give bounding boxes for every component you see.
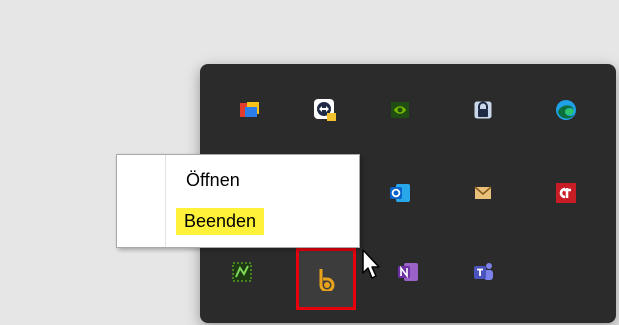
mail-icon[interactable] [466, 176, 500, 210]
menu-item-exit[interactable]: Beenden [166, 206, 355, 236]
menu-item-exit-label: Beenden [176, 207, 265, 235]
yellow-b-app-icon[interactable] [296, 248, 356, 310]
menu-item-open-label: Öffnen [186, 169, 240, 190]
menu-icon-gutter [117, 155, 166, 247]
greenshot-icon[interactable] [225, 255, 259, 289]
keepass-lock-icon[interactable] [466, 93, 500, 127]
tray-context-menu: Öffnen Beenden [116, 154, 360, 248]
ct-icon[interactable] [549, 176, 583, 210]
menu-item-open[interactable]: Öffnen [166, 165, 355, 195]
edge-icon[interactable] [549, 93, 583, 127]
nvidia-icon[interactable] [383, 93, 417, 127]
outlook-icon[interactable] [383, 176, 417, 210]
colorful-app-icon[interactable] [233, 93, 267, 127]
onenote-icon[interactable] [391, 255, 425, 289]
teamviewer-icon[interactable] [308, 93, 342, 127]
teams-icon[interactable] [466, 255, 500, 289]
mouse-cursor-icon [362, 249, 382, 286]
